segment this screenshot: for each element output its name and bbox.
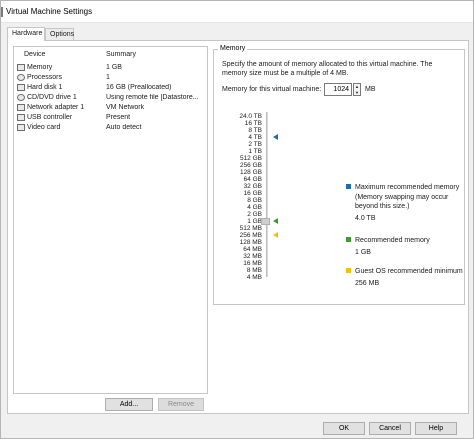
- device-column-header: Device: [24, 51, 46, 58]
- scale-label: 8 TB: [248, 127, 262, 134]
- memory-unit: MB: [365, 86, 376, 93]
- device-list: Device Summary Memory 1 GB Processors 1 …: [13, 46, 208, 394]
- hard-disk-icon: [17, 84, 25, 91]
- legend-guest-value: 256 MB: [355, 280, 380, 287]
- scale-label: 2 TB: [248, 141, 262, 148]
- device-row-memory[interactable]: Memory 1 GB: [14, 63, 207, 73]
- guest-min-marker-icon: [273, 232, 278, 238]
- network-adapter-icon: [17, 104, 25, 111]
- device-row-cd-dvd[interactable]: CD/DVD drive 1 Using remote file [Datast…: [14, 93, 207, 103]
- max-recommended-swatch: [346, 184, 351, 189]
- memory-slider-track[interactable]: [266, 112, 268, 277]
- scale-label: 24.0 TB: [239, 113, 262, 120]
- usb-icon: [17, 114, 25, 121]
- scale-label: 1 TB: [248, 148, 262, 155]
- legend-max-note: (Memory swapping may occur beyond this s…: [355, 194, 449, 210]
- legend-recommended: Recommended memory 1 GB: [346, 236, 461, 258]
- spin-down-icon[interactable]: ▼: [355, 91, 359, 95]
- scale-label: 16 TB: [244, 120, 262, 127]
- ok-button[interactable]: OK: [323, 422, 365, 435]
- device-summary: 1: [106, 74, 110, 81]
- scale-label: 64 MB: [243, 246, 262, 253]
- memory-group-title: Memory: [218, 45, 248, 52]
- scale-label: 64 GB: [243, 176, 262, 183]
- vm-settings-window: Virtual Machine Settings Hardware Option…: [0, 0, 474, 439]
- window-title: Virtual Machine Settings: [6, 7, 93, 16]
- device-name: Video card: [27, 124, 61, 131]
- device-summary: 1 GB: [106, 64, 122, 71]
- cancel-button[interactable]: Cancel: [369, 422, 411, 435]
- tab-hardware[interactable]: Hardware: [7, 27, 45, 41]
- device-summary: Using remote file [Datastore...: [106, 94, 199, 101]
- scale-label: 1 GB: [247, 218, 262, 225]
- scale-label: 4 TB: [248, 134, 262, 141]
- summary-column-header: Summary: [106, 51, 136, 58]
- legend-rec-value: 1 GB: [355, 249, 371, 256]
- device-summary: Present: [106, 114, 131, 121]
- device-name: CD/DVD drive 1: [27, 94, 77, 101]
- device-summary: Auto detect: [106, 124, 142, 131]
- device-name: Memory: [27, 64, 53, 71]
- device-summary: VM Network: [106, 104, 145, 111]
- device-row-processors[interactable]: Processors 1: [14, 73, 207, 83]
- device-list-header: Device Summary: [14, 51, 207, 63]
- title-bar[interactable]: Virtual Machine Settings: [1, 1, 473, 23]
- add-device-button[interactable]: Add...: [105, 398, 153, 411]
- app-icon: [1, 7, 3, 17]
- legend-guest-title: Guest OS recommended minimum: [355, 268, 463, 275]
- device-name: USB controller: [27, 114, 73, 121]
- scale-label: 4 GB: [247, 204, 262, 211]
- memory-spinner[interactable]: ▲ ▼: [353, 83, 361, 96]
- device-row-usb[interactable]: USB controller Present: [14, 113, 207, 123]
- memory-size-input[interactable]: [324, 83, 352, 96]
- device-row-hard-disk[interactable]: Hard disk 1 16 GB (Preallocated): [14, 83, 207, 93]
- device-name: Processors: [27, 74, 63, 81]
- legend-max-title: Maximum recommended memory: [355, 184, 460, 191]
- scale-label: 4 MB: [246, 274, 262, 281]
- scale-label: 128 GB: [239, 169, 262, 176]
- legend-max-value: 4.0 TB: [355, 215, 376, 222]
- memory-group: Memory Specify the amount of memory allo…: [213, 45, 465, 305]
- device-name: Hard disk 1: [27, 84, 63, 91]
- memory-icon: [17, 64, 25, 71]
- scale-label: 2 GB: [247, 211, 262, 218]
- help-button[interactable]: Help: [415, 422, 457, 435]
- guest-min-swatch: [346, 268, 351, 273]
- scale-label: 32 GB: [243, 183, 262, 190]
- device-row-network-adapter[interactable]: Network adapter 1 VM Network: [14, 103, 207, 113]
- scale-label: 128 MB: [239, 239, 262, 246]
- device-name: Network adapter 1: [27, 104, 85, 111]
- device-row-video-card[interactable]: Video card Auto detect: [14, 123, 207, 133]
- scale-label: 256 MB: [239, 232, 262, 239]
- memory-field-label: Memory for this virtual machine:: [222, 86, 322, 93]
- memory-slider-thumb[interactable]: [261, 218, 270, 225]
- legend-rec-title: Recommended memory: [355, 237, 430, 244]
- hardware-panel: Device Summary Memory 1 GB Processors 1 …: [7, 40, 469, 414]
- scale-label: 16 MB: [243, 260, 262, 267]
- cd-dvd-icon: [17, 94, 25, 101]
- legend-max-recommended: Maximum recommended memory (Memory swapp…: [346, 183, 461, 223]
- device-summary: 16 GB (Preallocated): [106, 84, 172, 91]
- remove-device-button[interactable]: Remove: [158, 398, 204, 411]
- video-card-icon: [17, 124, 25, 131]
- max-recommended-marker-icon: [273, 134, 278, 140]
- scale-label: 512 GB: [239, 155, 262, 162]
- processor-icon: [17, 74, 25, 81]
- scale-label: 32 MB: [243, 253, 262, 260]
- recommended-marker-icon: [273, 218, 278, 224]
- tab-options[interactable]: Options: [45, 28, 74, 40]
- scale-label: 256 GB: [239, 162, 262, 169]
- scale-label: 8 MB: [246, 267, 262, 274]
- legend-guest-min: Guest OS recommended minimum 256 MB: [346, 267, 463, 289]
- scale-label: 512 MB: [239, 225, 262, 232]
- recommended-swatch: [346, 237, 351, 242]
- spin-up-icon[interactable]: ▲: [355, 85, 359, 89]
- scale-label: 8 GB: [247, 197, 262, 204]
- scale-label: 16 GB: [243, 190, 262, 197]
- memory-description: Specify the amount of memory allocated t…: [222, 61, 433, 77]
